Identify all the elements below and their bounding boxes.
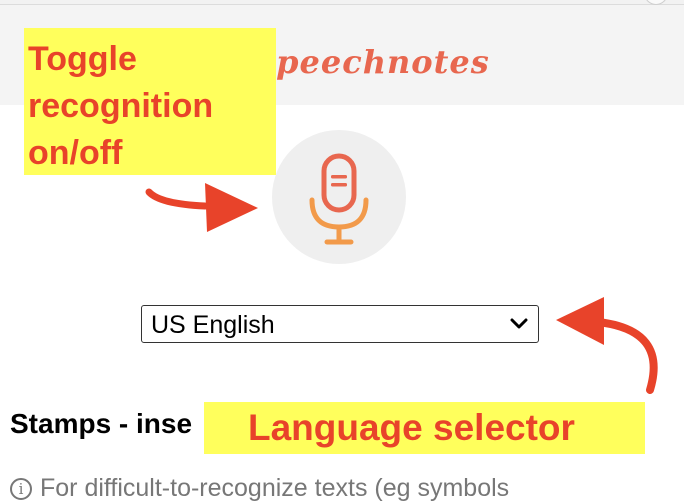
stamps-section-heading: Stamps - inse [10, 408, 193, 439]
callout-line: Toggle [28, 40, 137, 78]
arrow-to-select-head [556, 297, 604, 345]
info-icon: i [10, 478, 32, 500]
toggle-recognition-button[interactable] [272, 130, 406, 264]
arrow-to-mic [145, 188, 209, 210]
callout-line: recognition [28, 87, 214, 125]
arrow-to-mic-head [205, 183, 258, 232]
language-select[interactable]: US English [141, 305, 539, 343]
info-text: For difficult-to-recognize texts (eg sym… [40, 474, 510, 502]
chevron-down-icon [510, 318, 528, 329]
language-select-value: US English [151, 311, 275, 339]
stamps-info-text: i For difficult-to-recognize texts (eg sy… [10, 474, 684, 503]
callout-language-selector: Language selector [204, 402, 645, 454]
arrow-to-select [594, 318, 658, 394]
brand-logo: Speechnotes [252, 43, 490, 81]
microphone-icon [309, 153, 369, 245]
callout-line: on/off [28, 134, 123, 172]
callout-toggle-recognition: Toggle recognition on/off [24, 28, 276, 175]
